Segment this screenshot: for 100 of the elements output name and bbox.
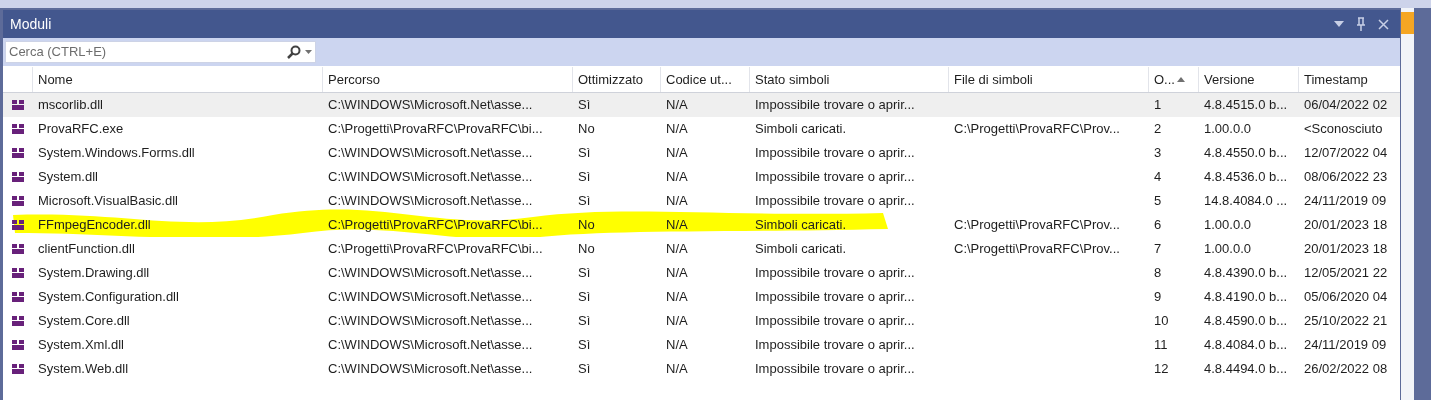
table-cell: 6 [1154,217,1162,233]
table-cell: Impossibile trovare o aprir... [755,97,915,113]
table-cell: 7 [1154,241,1162,257]
table-cell: 2 [1154,121,1162,137]
column-header[interactable]: Ottimizzato [573,67,661,92]
search-bar[interactable]: Cerca (CTRL+E) [5,41,316,63]
table-cell: 4.8.4515.0 b... [1204,97,1288,113]
table-cell: Sì [578,337,591,353]
table-cell: 14.8.4084.0 ... [1204,193,1288,209]
module-icon [11,219,25,231]
caret-icon[interactable] [305,50,312,54]
column-header[interactable]: Timestamp [1299,67,1400,92]
module-icon [11,123,25,135]
column-header[interactable]: O... [1149,67,1199,92]
table-cell: 8 [1154,265,1162,281]
table-cell: Sì [578,313,591,329]
table-cell: FFmpegEncoder.dll [38,217,151,233]
table-cell: <Sconosciuto [1304,121,1383,137]
table-cell: System.Drawing.dll [38,265,150,281]
table-cell: System.Web.dll [38,361,129,377]
table-cell: 20/01/2023 18 [1304,217,1388,233]
table-cell: Impossibile trovare o aprir... [755,193,915,209]
table-cell: 20/01/2023 18 [1304,241,1388,257]
window-title: Moduli [10,14,52,34]
table-cell: 06/04/2022 02 [1304,97,1388,113]
table-cell: C:\WINDOWS\Microsoft.Net\asse... [328,313,533,329]
table-cell: System.Windows.Forms.dll [38,145,195,161]
table-cell: Impossibile trovare o aprir... [755,313,915,329]
table-cell: Sì [578,193,591,209]
table-cell: 1.00.0.0 [1204,217,1251,233]
table-cell: C:\WINDOWS\Microsoft.Net\asse... [328,193,533,209]
table-cell: N/A [666,217,688,233]
table-cell: 26/02/2022 08 [1304,361,1388,377]
table-cell: 1.00.0.0 [1204,121,1251,137]
search-field[interactable]: Cerca (CTRL+E) [9,42,287,62]
table-cell: 25/10/2022 21 [1304,313,1388,329]
search-icon[interactable] [287,45,301,59]
table-cell: Impossibile trovare o aprir... [755,361,915,377]
table-cell: 1.00.0.0 [1204,241,1251,257]
table-row[interactable]: mscorlib.dll C:\WINDOWS\Microsoft.Net\asse... Sì N/A Impossibile trovare o aprir... 1 4.8.4515.0 b... 06/04/2022 02 [3,93,1400,117]
table-cell: C:\WINDOWS\Microsoft.Net\asse... [328,361,533,377]
table-cell: Simboli caricati. [755,241,847,257]
table-cell: C:\Progetti\ProvaRFC\ProvaRFC\bi... [328,241,543,257]
table-cell: Impossibile trovare o aprir... [755,145,915,161]
pin-icon[interactable] [1356,17,1366,31]
table-cell: Sì [578,97,591,113]
table-cell: C:\WINDOWS\Microsoft.Net\asse... [328,145,533,161]
table-cell: Impossibile trovare o aprir... [755,169,915,185]
table-cell: 24/11/2019 09 [1304,337,1387,353]
table-cell: 05/06/2020 04 [1304,289,1388,305]
table-cell: N/A [666,169,688,185]
table-cell: C:\Progetti\ProvaRFC\Prov... [954,217,1120,233]
module-icon [11,291,25,303]
table-cell: Impossibile trovare o aprir... [755,289,915,305]
table-cell: Simboli caricati. [755,217,847,233]
column-header[interactable]: Percorso [323,67,573,92]
table-cell: N/A [666,145,688,161]
table-cell: C:\WINDOWS\Microsoft.Net\asse... [328,97,533,113]
table-cell: 5 [1154,193,1162,209]
table-cell: N/A [666,193,688,209]
table-cell: C:\WINDOWS\Microsoft.Net\asse... [328,337,533,353]
table-cell: N/A [666,121,688,137]
table-cell: N/A [666,361,688,377]
module-icon [11,243,25,255]
table-cell: 4.8.4190.0 b... [1204,289,1288,305]
table-cell: System.Core.dll [38,313,130,329]
column-header[interactable]: Nome [33,67,323,92]
table-cell: N/A [666,337,688,353]
table-cell: 08/06/2022 23 [1304,169,1388,185]
module-icon [11,339,25,351]
table-cell: mscorlib.dll [38,97,103,113]
table-cell: 4.8.4550.0 b... [1204,145,1288,161]
close-icon[interactable] [1378,18,1389,30]
table-cell: Sì [578,361,591,377]
column-header[interactable]: File di simboli [949,67,1149,92]
table-cell: 10 [1154,313,1169,329]
table-cell: 1 [1154,97,1162,113]
table-cell: 4.8.4494.0 b... [1204,361,1288,377]
table-cell: N/A [666,97,688,113]
column-header[interactable]: Codice ut... [661,67,750,92]
table-cell: N/A [666,289,688,305]
table-cell: 4.8.4590.0 b... [1204,313,1288,329]
table-cell: 4.8.4084.0 b... [1204,337,1288,353]
table-cell: 24/11/2019 09 [1304,193,1387,209]
table-cell: 3 [1154,145,1162,161]
table-cell: clientFunction.dll [38,241,135,257]
dropdown-caret-icon[interactable] [1334,21,1344,27]
table-cell: 4.8.4390.0 b... [1204,265,1288,281]
table-cell: 12/05/2021 22 [1304,265,1388,281]
table-cell: N/A [666,241,688,257]
table-cell: No [578,241,595,257]
table-cell: N/A [666,313,688,329]
table-cell: C:\Progetti\ProvaRFC\Prov... [954,241,1120,257]
table-cell: 9 [1154,289,1162,305]
table-cell: Impossibile trovare o aprir... [755,265,915,281]
column-header[interactable]: Stato simboli [750,67,949,92]
column-header[interactable]: Versione [1199,67,1299,92]
table-cell: Sì [578,265,591,281]
table-cell: Sì [578,169,591,185]
table-cell: Sì [578,145,591,161]
